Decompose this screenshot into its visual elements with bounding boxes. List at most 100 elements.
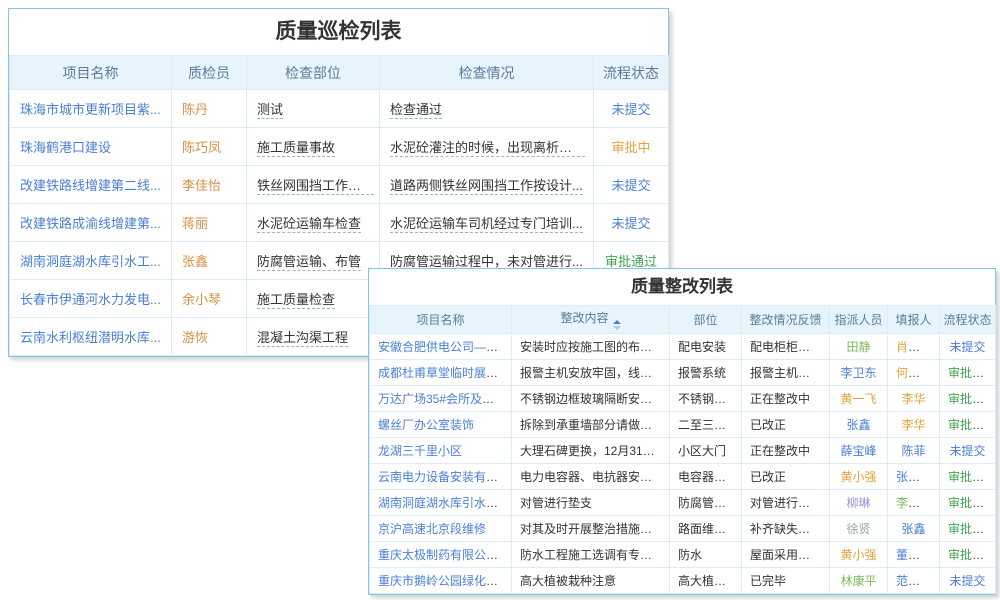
column-header-assignee[interactable]: 指派人员: [830, 306, 888, 334]
inspection-part-text: 施工质量事故: [257, 140, 335, 157]
part-cell: 铁丝网围挡工作检查: [247, 166, 380, 204]
content-cell: 对其及时开展整治措施，桥头...: [512, 516, 670, 542]
project-link[interactable]: 安徽合肥供电公司—配电设备...: [378, 340, 512, 354]
rectify-feedback-text: 配电柜柜体与...: [750, 340, 830, 354]
rectify-feedback-text: 屋面采用聚氨...: [750, 548, 830, 562]
rectify-part-text: 配电安装: [678, 340, 726, 354]
rectification-table-row[interactable]: 万达广场35#会所及咖啡厅空... 不锈钢边框玻璃隔断安装不牢... 不锈钢安装…: [370, 386, 996, 412]
project-link[interactable]: 京沪高速北京段维修: [378, 522, 486, 536]
rectify-content-text: 防水工程施工选调有专业资质...: [520, 548, 670, 562]
rectification-table-row[interactable]: 龙湖三千里小区 大理石碑更换，12月31日之... 小区大门 正在整改中 薛宝峰…: [370, 438, 996, 464]
inspection-table-row[interactable]: 改建铁路线增建第二线... 李佳怡 铁丝网围挡工作检查 道路两侧铁丝网围挡工作按…: [10, 166, 669, 204]
rectification-table-row[interactable]: 重庆太极制药有限公司亳州中... 防水工程施工选调有专业资质... 防水 屋面采…: [370, 542, 996, 568]
rectification-table-row[interactable]: 安徽合肥供电公司—配电设备... 安装时应按施工图的布置，将... 配电安装 配…: [370, 334, 996, 360]
status-badge: 未提交: [949, 574, 985, 588]
column-header-reporter[interactable]: 填报人: [888, 306, 940, 334]
status-badge: 未提交: [949, 340, 985, 354]
reporter-name: 李华: [901, 418, 925, 432]
project-link[interactable]: 湖南洞庭湖水库引水工...: [20, 254, 161, 269]
inspection-situation-text: 检查通过: [390, 102, 442, 119]
column-header-status[interactable]: 流程状态: [940, 306, 996, 334]
rectification-table-row[interactable]: 云南电力设备安装有限公司20... 电力电容器、电抗器安装方案... 电容器安装…: [370, 464, 996, 490]
part-cell: 高大植被栽种: [670, 568, 742, 594]
column-header-part[interactable]: 部位: [670, 306, 742, 334]
inspection-table-row[interactable]: 珠海市城市更新项目紫... 陈丹 测试 检查通过 未提交: [10, 90, 669, 128]
project-link[interactable]: 云南电力设备安装有限公司20...: [378, 470, 512, 484]
reporter-name: 陈菲: [901, 444, 925, 458]
situation-cell: 检查通过: [380, 90, 594, 128]
project-link[interactable]: 长春市伊通河水力发电...: [20, 292, 161, 307]
rectification-table-row[interactable]: 京沪高速北京段维修 对其及时开展整治措施，桥头... 路面维修检... 补齐缺失…: [370, 516, 996, 542]
project-link[interactable]: 螺丝厂办公室装饰: [378, 418, 474, 432]
rectify-part-text: 二至三楼混...: [678, 418, 742, 432]
assignee-name: 田静: [846, 340, 870, 354]
project-link[interactable]: 改建铁路线增建第二线...: [20, 178, 161, 193]
content-cell: 对管进行垫支: [512, 490, 670, 516]
status-badge: 未提交: [611, 216, 650, 231]
column-header-feedback[interactable]: 整改情况反馈: [742, 306, 830, 334]
content-cell: 高大植被栽种注意: [512, 568, 670, 594]
rectification-table: 项目名称 整改内容 部位 整改情况反馈 指派人员 填报人 流程状态 安徽合肥供电…: [369, 305, 996, 594]
project-link[interactable]: 珠海市城市更新项目紫...: [20, 102, 161, 117]
feedback-cell: 对管进行垫支: [742, 490, 830, 516]
sort-icon[interactable]: [613, 320, 621, 330]
reporter-name: 肖亚军: [896, 340, 932, 354]
status-cell: 审批通过: [940, 464, 996, 490]
content-cell: 拆除到承重墙部分请做好加固...: [512, 412, 670, 438]
project-link[interactable]: 龙湖三千里小区: [378, 444, 462, 458]
column-header-part: 检查部位: [247, 56, 380, 90]
feedback-cell: 配电柜柜体与...: [742, 334, 830, 360]
feedback-cell: 报警主机安放...: [742, 360, 830, 386]
project-link[interactable]: 改建铁路成渝线增建第...: [20, 216, 161, 231]
project-link[interactable]: 重庆太极制药有限公司亳州中...: [378, 548, 512, 562]
status-cell: 审批通过: [940, 490, 996, 516]
inspector-name: 陈丹: [182, 102, 208, 117]
project-link[interactable]: 重庆市鹅岭公园绿化景观提升...: [378, 574, 512, 588]
status-badge: 未提交: [611, 178, 650, 193]
rectify-content-text: 不锈钢边框玻璃隔断安装不牢...: [520, 392, 670, 406]
project-link[interactable]: 成都杜甫草堂临时展厅独立展...: [378, 366, 512, 380]
rectification-table-row[interactable]: 螺丝厂办公室装饰 拆除到承重墙部分请做好加固... 二至三楼混... 已改正 张…: [370, 412, 996, 438]
project-cell: 长春市伊通河水力发电...: [10, 280, 172, 318]
assignee-name: 徐贤: [846, 522, 870, 536]
content-cell: 不锈钢边框玻璃隔断安装不牢...: [512, 386, 670, 412]
reporter-name: 张小东: [896, 470, 932, 484]
part-cell: 防腐管运输、布管: [247, 242, 380, 280]
feedback-cell: 正在整改中: [742, 386, 830, 412]
project-link[interactable]: 珠海鹤港口建设: [20, 140, 111, 155]
project-link[interactable]: 云南水利枢纽潜明水库...: [20, 330, 161, 345]
column-header-content[interactable]: 整改内容: [512, 306, 670, 334]
project-cell: 京沪高速北京段维修: [370, 516, 512, 542]
assignee-name: 黄一飞: [840, 392, 876, 406]
project-cell: 改建铁路线增建第二线...: [10, 166, 172, 204]
inspection-table-row[interactable]: 改建铁路成渝线增建第... 蒋丽 水泥砼运输车检查 水泥砼运输车司机经过专门培训…: [10, 204, 669, 242]
rectification-table-row[interactable]: 重庆市鹅岭公园绿化景观提升... 高大植被栽种注意 高大植被栽种 已完毕 林康平…: [370, 568, 996, 594]
project-link[interactable]: 湖南洞庭湖水库引水工程施工1标: [378, 496, 512, 510]
rectify-content-text: 对管进行垫支: [520, 496, 592, 510]
inspection-table-row[interactable]: 珠海鹤港口建设 陈巧凤 施工质量事故 水泥砼灌注的时候，出现离析现象 审批中: [10, 128, 669, 166]
reporter-name: 李若若: [896, 496, 932, 510]
status-cell: 未提交: [594, 166, 669, 204]
inspector-name: 张鑫: [182, 254, 208, 269]
rectification-table-card: 质量整改列表 项目名称 整改内容 部位 整改情况反馈 指派人员 填报人 流程状态…: [368, 268, 996, 595]
status-badge: 未提交: [949, 444, 985, 458]
status-badge: 审批通过: [948, 392, 996, 406]
feedback-cell: 已完毕: [742, 568, 830, 594]
reporter-cell: 李若若: [888, 490, 940, 516]
project-cell: 改建铁路成渝线增建第...: [10, 204, 172, 242]
assignee-cell: 李卫东: [830, 360, 888, 386]
rectification-table-row[interactable]: 成都杜甫草堂临时展厅独立展... 报警主机安放牢固，线缆连接... 报警系统 报…: [370, 360, 996, 386]
column-header-content-label: 整改内容: [560, 311, 608, 325]
status-badge: 审批通过: [948, 470, 996, 484]
inspection-part-text: 水泥砼运输车检查: [257, 216, 361, 233]
project-link[interactable]: 万达广场35#会所及咖啡厅空...: [378, 392, 512, 406]
rectify-part-text: 防水: [678, 548, 702, 562]
status-badge: 审批通过: [948, 366, 996, 380]
inspector-cell: 张鑫: [172, 242, 247, 280]
part-cell: 配电安装: [670, 334, 742, 360]
rectification-table-row[interactable]: 湖南洞庭湖水库引水工程施工1标 对管进行垫支 防腐管运输... 对管进行垫支 柳…: [370, 490, 996, 516]
sort-ascending-icon: [613, 320, 621, 324]
reporter-cell: 张鑫: [888, 516, 940, 542]
column-header-project[interactable]: 项目名称: [370, 306, 512, 334]
project-cell: 成都杜甫草堂临时展厅独立展...: [370, 360, 512, 386]
